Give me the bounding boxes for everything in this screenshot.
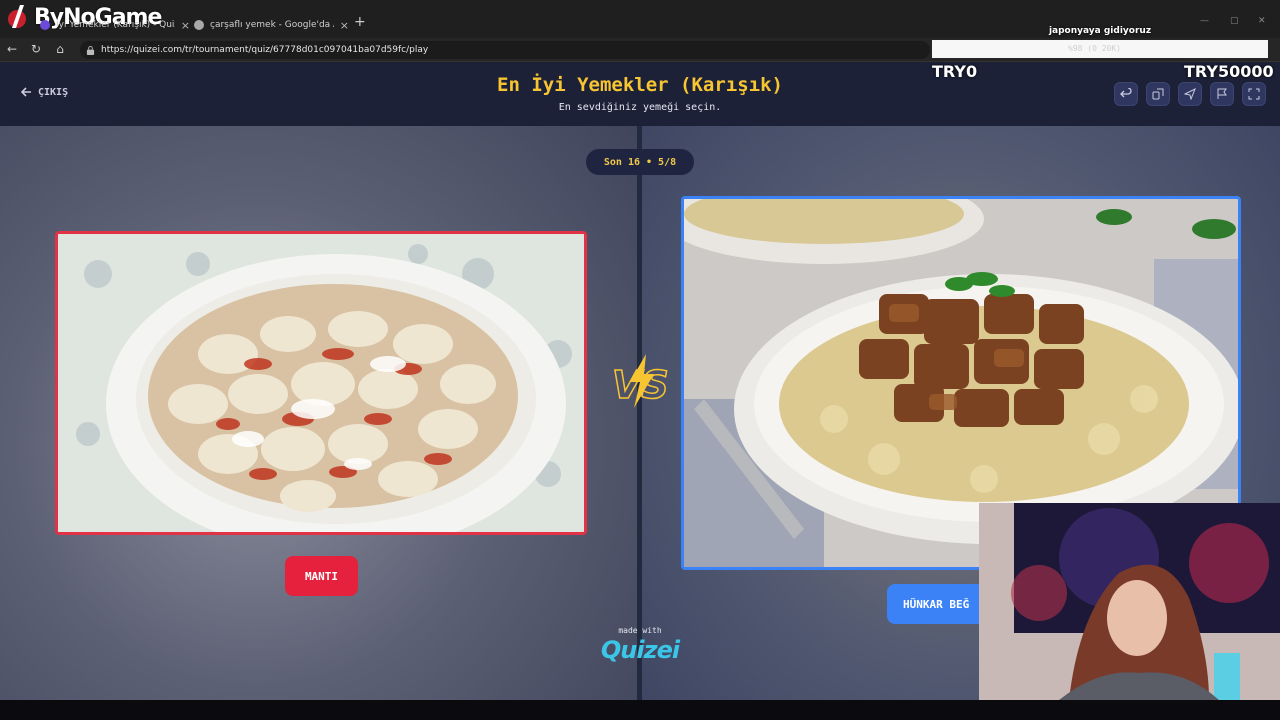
donation-goal-progress: %98 (0 20K): [1068, 44, 1121, 53]
home-icon[interactable]: ⌂: [52, 42, 68, 56]
send-button[interactable]: [1178, 82, 1202, 106]
made-with-label: made with: [618, 626, 662, 635]
bottom-strip: [0, 700, 1280, 720]
center-divider: [637, 126, 642, 700]
close-window-icon[interactable]: ✕: [1258, 16, 1266, 26]
tab-quizei[interactable]: İyi Yemekler (Karışık) - Quizei ×: [40, 14, 190, 36]
google-favicon-icon: [194, 20, 204, 30]
tab-label: İyi Yemekler (Karışık) - Quizei: [56, 20, 175, 30]
undo-button[interactable]: [1114, 82, 1138, 106]
send-icon: [1184, 88, 1196, 100]
site-info-icon[interactable]: [86, 45, 95, 55]
donation-goal-title: japonyaya gidiyoruz: [1048, 26, 1152, 36]
back-nav-icon[interactable]: ←: [4, 42, 20, 56]
left-choice-card[interactable]: [55, 231, 587, 535]
quiz-title: En İyi Yemekler (Karışık): [497, 74, 783, 96]
fullscreen-button[interactable]: [1242, 82, 1266, 106]
maximize-icon[interactable]: ▢: [1230, 16, 1239, 26]
reload-icon[interactable]: ↻: [28, 42, 44, 56]
flag-icon: [1217, 88, 1227, 99]
quizei-logo[interactable]: Quizei: [596, 636, 684, 664]
quiz-subtitle: En sevdiğiniz yemeği seçin.: [558, 102, 722, 113]
streamer-webcam: [979, 503, 1280, 700]
minimize-icon[interactable]: —: [1200, 16, 1209, 26]
logo-mark-icon: [8, 5, 26, 28]
report-button[interactable]: [1210, 82, 1234, 106]
close-tab-icon[interactable]: ×: [340, 19, 349, 32]
quizei-favicon-icon: [40, 20, 50, 30]
donation-left-amount: TRY0: [932, 62, 978, 81]
url-field[interactable]: https://quizei.com/tr/tournament/quiz/67…: [80, 41, 930, 59]
donation-right-amount: TRY50000: [1184, 62, 1274, 81]
new-tab-button[interactable]: +: [354, 14, 366, 30]
quiz-header: ÇIKIŞ En İyi Yemekler (Karışık) En sevdi…: [0, 62, 1280, 126]
copy-link-button[interactable]: [1146, 82, 1170, 106]
round-badge: Son 16 • 5/8: [586, 149, 694, 175]
vs-lightning-icon: VS: [611, 354, 670, 408]
left-choice-button[interactable]: MANTI: [285, 556, 358, 596]
webcam-feed-image: [979, 503, 1280, 700]
url-text: https://quizei.com/tr/tournament/quiz/67…: [101, 45, 429, 55]
tab-google[interactable]: çarşaflı yemek - Google'da Ara ×: [194, 14, 349, 36]
share-link-icon: [1152, 88, 1164, 100]
tab-label: çarşaflı yemek - Google'da Ara: [210, 20, 334, 30]
undo-icon: [1120, 88, 1132, 98]
fullscreen-icon: [1248, 88, 1260, 100]
manti-photo: [58, 234, 584, 532]
close-tab-icon[interactable]: ×: [181, 19, 190, 32]
